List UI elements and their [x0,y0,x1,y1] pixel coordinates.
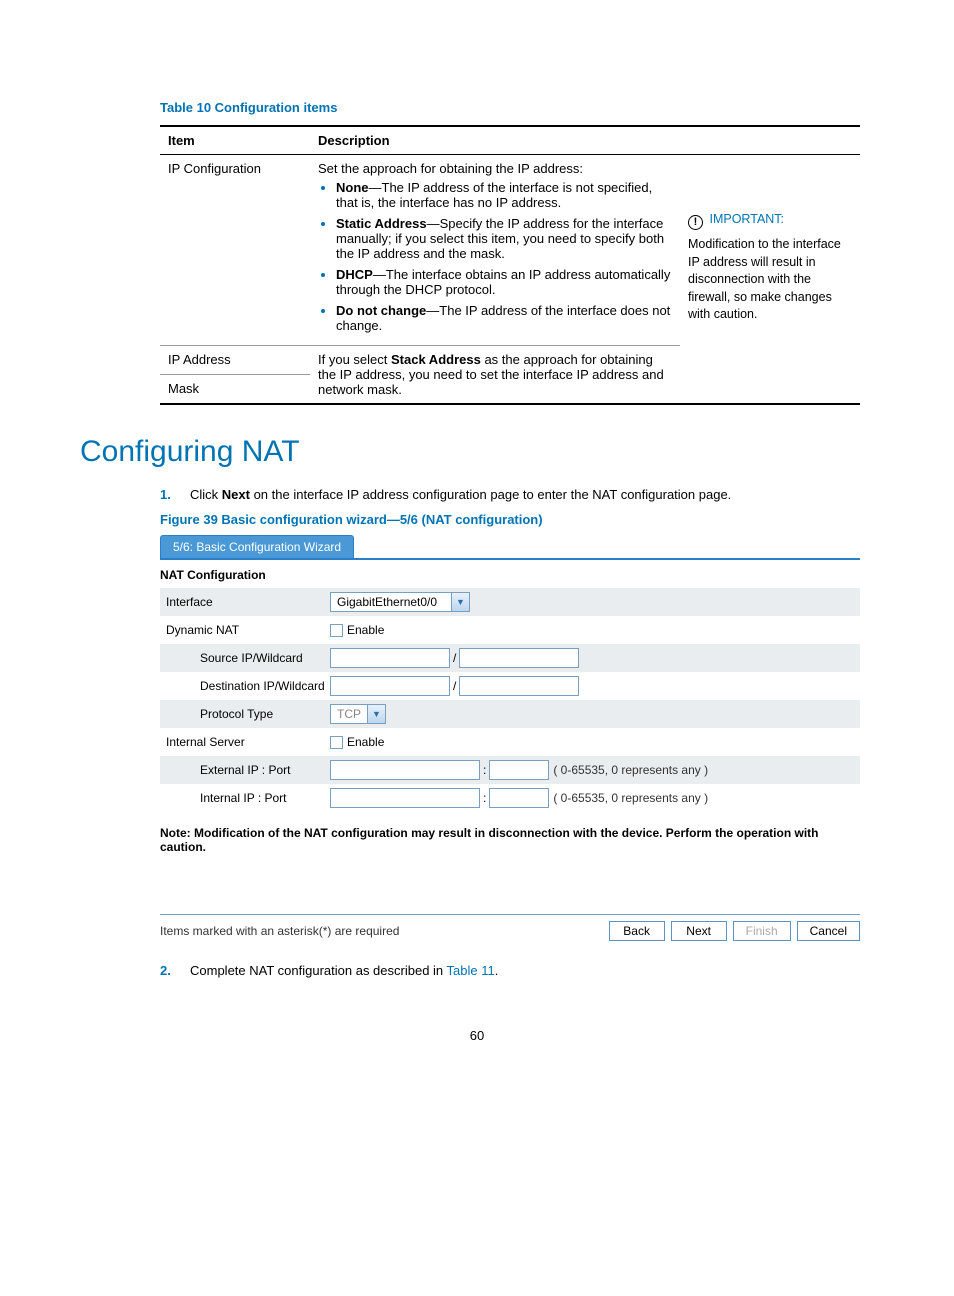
colon-sep: : [483,791,486,805]
dynamic-nat-checkbox[interactable] [330,624,343,637]
source-ip-input[interactable] [330,648,450,668]
interface-select[interactable]: GigabitEthernet0/0 ▼ [330,592,470,612]
table-caption: Table 10 Configuration items [160,100,874,115]
wizard-note: Note: Modification of the NAT configurat… [160,826,860,854]
enable-label-2: Enable [347,735,384,749]
important-text: Modification to the interface IP address… [688,236,852,324]
figure-caption: Figure 39 Basic configuration wizard—5/6… [160,512,874,527]
interface-value: GigabitEthernet0/0 [331,593,451,611]
label-internal-ip: Internal IP : Port [160,791,330,805]
port-hint-1: ( 0-65535, 0 represents any ) [553,763,708,777]
label-dynamic-nat: Dynamic NAT [160,623,330,637]
cell-ipconfig-item: IP Configuration [160,155,310,346]
cancel-button[interactable]: Cancel [797,921,860,941]
step-2-text: Complete NAT configuration as described … [190,963,498,978]
label-external-ip: External IP : Port [160,763,330,777]
external-ip-input[interactable] [330,760,480,780]
ipconfig-intro: Set the approach for obtaining the IP ad… [318,161,672,176]
cell-ipconfig-desc: Set the approach for obtaining the IP ad… [310,155,680,346]
section-heading: Configuring NAT [80,435,874,469]
divider: / [453,651,456,665]
important-icon: ! [688,215,703,230]
table-11-link[interactable]: Table 11 [447,963,495,978]
th-item: Item [160,126,310,155]
page-number: 60 [80,1028,874,1043]
label-internal-server: Internal Server [160,735,330,749]
dest-wildcard-input[interactable] [459,676,579,696]
protocol-select[interactable]: TCP ▼ [330,704,386,724]
cell-mask-item: Mask [160,374,310,404]
important-label: IMPORTANT: [709,212,784,226]
step-2: 2. Complete NAT configuration as describ… [160,963,874,978]
label-protocol: Protocol Type [160,707,330,721]
bullet-none: None—The IP address of the interface is … [336,180,672,210]
important-cell: ! IMPORTANT: Modification to the interfa… [680,155,860,405]
step-num: 2. [160,963,176,978]
protocol-value: TCP [331,705,367,723]
finish-button[interactable]: Finish [733,921,791,941]
back-button[interactable]: Back [609,921,665,941]
bullet-static: Static Address—Specify the IP address fo… [336,216,672,261]
wizard-title: NAT Configuration [160,568,860,582]
port-hint-2: ( 0-65535, 0 represents any ) [553,791,708,805]
enable-label: Enable [347,623,384,637]
step-1-text: Click Next on the interface IP address c… [190,487,731,502]
step-num: 1. [160,487,176,502]
external-port-input[interactable] [489,760,549,780]
cell-ipaddr-item: IP Address [160,346,310,375]
required-note: Items marked with an asterisk(*) are req… [160,924,399,938]
chevron-down-icon: ▼ [367,705,385,723]
th-desc: Description [310,126,860,155]
label-dest-ip: Destination IP/Wildcard [160,679,330,693]
step-1: 1. Click Next on the interface IP addres… [160,487,874,502]
next-button[interactable]: Next [671,921,727,941]
divider: / [453,679,456,693]
config-table: Item Description IP Configuration Set th… [160,125,860,405]
cell-side-desc: If you select Stack Address as the appro… [310,346,680,405]
wizard-tab[interactable]: 5/6: Basic Configuration Wizard [160,535,354,558]
internal-server-checkbox[interactable] [330,736,343,749]
internal-port-input[interactable] [489,788,549,808]
internal-ip-input[interactable] [330,788,480,808]
bullet-nochange: Do not change—The IP address of the inte… [336,303,672,333]
bullet-dhcp: DHCP—The interface obtains an IP address… [336,267,672,297]
label-interface: Interface [160,595,330,609]
label-source-ip: Source IP/Wildcard [160,651,330,665]
wizard-screenshot: 5/6: Basic Configuration Wizard NAT Conf… [160,535,860,941]
source-wildcard-input[interactable] [459,648,579,668]
chevron-down-icon: ▼ [451,593,469,611]
colon-sep: : [483,763,486,777]
dest-ip-input[interactable] [330,676,450,696]
